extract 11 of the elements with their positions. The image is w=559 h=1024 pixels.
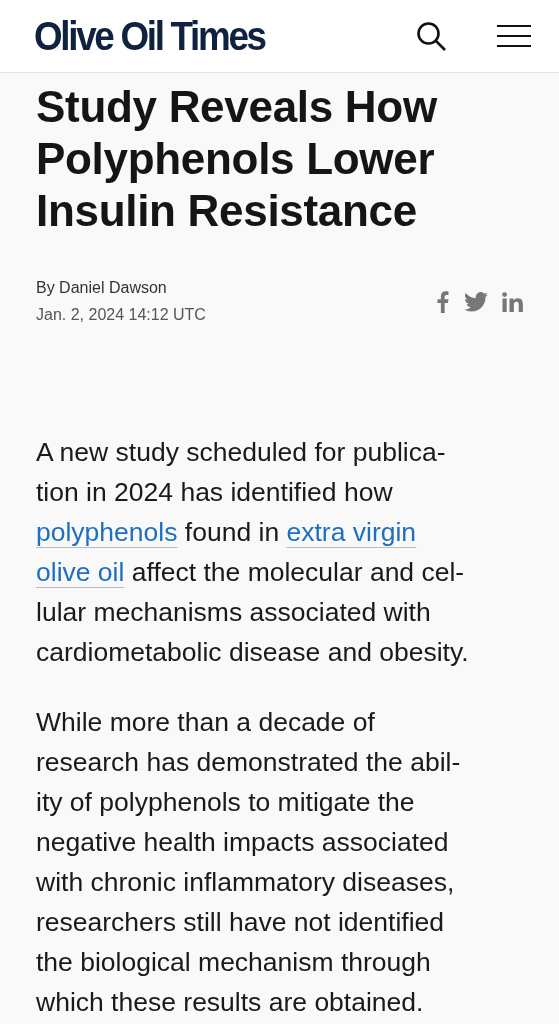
- text-link[interactable]: olive oil: [36, 557, 125, 587]
- paragraph: A new study scheduled for publica- tion in 2024 has identified how polyphenols found in extra virgin olive oil affect the molecular and cel- lular mechanisms associated with cardiometabolic disease and obesity.: [36, 436, 470, 669]
- bird-icon[interactable]: [464, 291, 488, 312]
- text-link[interactable]: extra virgin: [286, 517, 417, 547]
- article-title: Study Reveals How Polyphenols Lower Insulin Resistance: [36, 81, 439, 237]
- linkedin-icon[interactable]: [502, 291, 523, 312]
- facebook-icon[interactable]: [436, 290, 450, 313]
- author-byline: By Daniel Dawson: [36, 279, 168, 297]
- text-link[interactable]: polyphenols: [36, 517, 178, 547]
- paragraph: While more than a decade of research has demonstrated the abil- ity of polyphenols to mitigate the negative health impacts associated with chronic inflammatory diseases, researchers still have not identified the biological mechanism through which these results are obtained.: [36, 706, 462, 1019]
- publish-date: Jan. 2, 2024 14:12 UTC: [36, 306, 206, 324]
